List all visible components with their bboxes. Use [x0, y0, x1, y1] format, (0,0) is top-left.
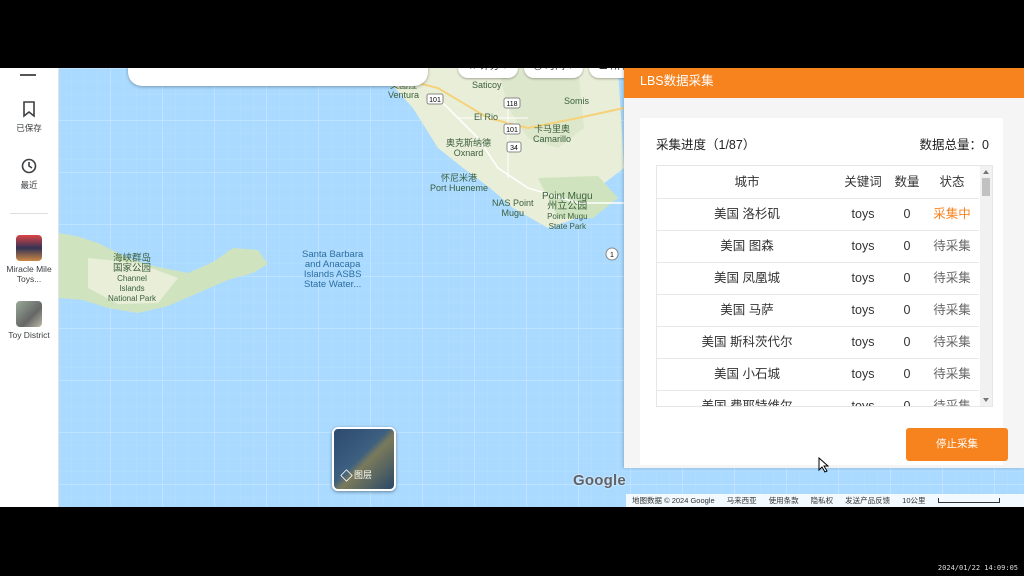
keyword-cell: toys — [851, 239, 875, 253]
place-label: 卡马里奥 Camarillo — [533, 124, 572, 144]
column-header: 城市 — [734, 175, 760, 189]
place-label: Point Mugu 州立公园 Point Mugu State Park — [542, 191, 593, 232]
city-cell: 美国 马萨 — [720, 303, 774, 317]
feedback-link[interactable]: 发送产品反馈 — [845, 495, 890, 506]
count-cell: 0 — [903, 239, 911, 253]
table-row: 美国 图森 toys 0 待采集 — [657, 230, 979, 263]
panel-title: LBS数据采集 — [624, 68, 1024, 98]
count-cell: 0 — [903, 335, 911, 349]
place-label: 奥克斯纳德 Oxnard — [446, 138, 492, 158]
place-thumbnail — [16, 235, 42, 261]
city-cell: 美国 小石城 — [714, 367, 780, 381]
map-search-box[interactable] — [128, 68, 428, 86]
history-icon — [21, 158, 37, 174]
attribution-text: 地图数据 © 2024 Google — [632, 496, 715, 505]
status-cell: 待采集 — [933, 367, 971, 381]
svg-text:101: 101 — [506, 127, 518, 134]
rail-place-toy-district[interactable]: Toy District — [0, 301, 58, 340]
city-cell: 美国 费耶特维尔 — [701, 399, 793, 407]
rail-recent[interactable]: 最近 — [0, 157, 58, 191]
menu-icon[interactable] — [20, 68, 36, 76]
city-cell: 美国 凤凰城 — [714, 271, 780, 285]
keyword-cell: toys — [851, 399, 875, 407]
collection-card: 采集进度（1/87） 数据总量：0 城市 关键词 数量 状态 美国 洛杉矶 toy… — [640, 118, 1003, 465]
stop-collect-button[interactable]: 停止采集 — [906, 428, 1008, 461]
layers-icon — [340, 469, 353, 482]
timestamp: 2024/01/22 14:09:05 — [937, 564, 1018, 572]
table-row: 美国 斯科茨代尔 toys 0 待采集 — [657, 326, 979, 359]
status-cell: 待采集 — [933, 303, 971, 317]
table-row: 美国 洛杉矶 toys 0 采集中 — [657, 198, 979, 231]
bookmark-icon — [23, 101, 35, 118]
place-thumbnail — [16, 301, 42, 327]
table-header: 城市 关键词 数量 状态 — [657, 166, 979, 199]
place-label: Somis — [564, 96, 590, 106]
rail-recent-label: 最近 — [20, 180, 38, 190]
rail-saved-label: 已保存 — [16, 123, 42, 133]
city-cell: 美国 洛杉矶 — [714, 207, 780, 221]
count-cell: 0 — [903, 303, 911, 317]
count-cell: 0 — [903, 367, 911, 381]
water-label: Santa Barbara and Anacapa Islands ASBS Stat… — [302, 249, 364, 290]
place-label: Miracle Mile Toys... — [6, 264, 52, 284]
progress-text: 采集进度（1/87） — [656, 138, 756, 152]
google-logo: Google — [573, 472, 626, 489]
city-table: 城市 关键词 数量 状态 美国 洛杉矶 toys 0 采集中美国 图森 toys 0 待采集… — [656, 165, 993, 407]
city-cell: 美国 图森 — [720, 239, 774, 253]
mouse-cursor-icon — [818, 457, 830, 473]
keyword-cell: toys — [851, 335, 875, 349]
count-cell: 0 — [903, 207, 911, 221]
layers-button[interactable]: 图层 — [332, 427, 396, 491]
scroll-thumb[interactable] — [982, 178, 990, 196]
left-rail: 已保存 最近 Miracle Mile Toys... Toy District — [0, 68, 59, 507]
keyword-cell: toys — [851, 271, 875, 285]
city-cell: 美国 斯科茨代尔 — [701, 335, 793, 349]
svg-text:118: 118 — [506, 101, 517, 108]
time-filter-chip[interactable]: ◷ 时间 ▾ — [523, 68, 583, 78]
status-cell: 待采集 — [933, 239, 971, 253]
table-row: 美国 费耶特维尔 toys 0 待采集 — [657, 390, 979, 407]
svg-text:101: 101 — [429, 97, 441, 104]
scroll-up-icon[interactable] — [983, 170, 989, 174]
column-header: 状态 — [939, 175, 965, 189]
keyword-cell: toys — [851, 367, 875, 381]
table-scrollbar[interactable] — [980, 166, 992, 406]
rail-saved[interactable]: 已保存 — [0, 100, 58, 134]
privacy-link[interactable]: 隐私权 — [811, 495, 834, 506]
keyword-cell: toys — [851, 303, 875, 317]
count-cell: 0 — [903, 399, 911, 407]
column-header: 关键词 — [844, 175, 882, 189]
scroll-down-icon[interactable] — [983, 398, 989, 402]
terms-link[interactable]: 使用条款 — [769, 495, 799, 506]
status-cell: 采集中 — [933, 207, 971, 221]
place-label: 怀尼米港 Port Hueneme — [430, 173, 489, 193]
table-row: 美国 凤凰城 toys 0 待采集 — [657, 262, 979, 295]
keyword-cell: toys — [851, 207, 875, 221]
app-screen: 101 118 101 34 1 ★ 评分 ▾ ◷ 时间 ▾ ☰ 所有筛选条件 … — [0, 68, 1024, 507]
place-label: NAS Point Mugu — [492, 198, 534, 218]
map-attribution: 地图数据 © 2024 Google 马来西亚 使用条款 隐私权 发送产品反馈 … — [626, 494, 1024, 507]
rail-divider — [10, 213, 48, 214]
place-label: Saticoy — [472, 80, 502, 90]
status-cell: 待采集 — [933, 335, 971, 349]
svg-text:1: 1 — [610, 252, 614, 259]
svg-text:34: 34 — [510, 145, 518, 152]
table-row: 美国 小石城 toys 0 待采集 — [657, 358, 979, 391]
scale-label: 10公里 — [902, 496, 926, 505]
status-cell: 待采集 — [933, 399, 971, 407]
place-label: Toy District — [8, 330, 50, 340]
table-row: 美国 马萨 toys 0 待采集 — [657, 294, 979, 327]
column-header: 数量 — [894, 175, 920, 189]
place-label: 海峡群岛 国家公园 Channel Islands National Park — [108, 253, 157, 304]
region-link[interactable]: 马来西亚 — [727, 495, 757, 506]
total-count: 数据总量：0 — [919, 138, 989, 152]
rail-place-miracle-mile[interactable]: Miracle Mile Toys... — [0, 235, 58, 284]
status-cell: 待采集 — [933, 271, 971, 285]
place-label: El Rio — [474, 112, 499, 122]
layers-label: 图层 — [354, 470, 373, 480]
rating-filter-chip[interactable]: ★ 评分 ▾ — [458, 68, 518, 78]
lbs-panel: LBS数据采集 采集进度（1/87） 数据总量：0 城市 关键词 数量 状态 美… — [624, 68, 1024, 468]
scale-bar — [937, 498, 1000, 503]
count-cell: 0 — [903, 271, 911, 285]
